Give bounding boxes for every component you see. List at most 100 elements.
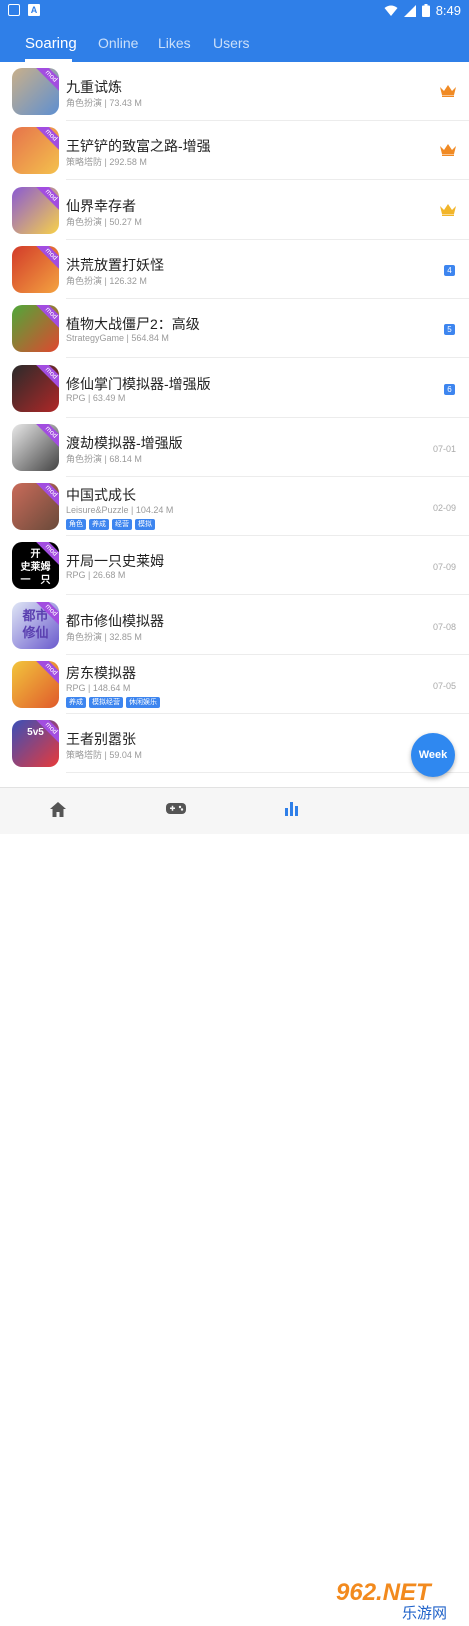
list-item[interactable]: 都市 修仙 mod 都市修仙模拟器角色扮演 | 32.85 M 07-08 [0, 596, 469, 655]
bar-chart-icon [285, 802, 298, 816]
app-icon[interactable]: mod [12, 68, 59, 115]
app-title: 植物大战僵尸2：高级 [66, 316, 200, 333]
app-meta: 角色扮演 | 73.43 M [66, 98, 142, 108]
status-bar: A 8:49 [0, 0, 469, 22]
app-meta: 角色扮演 | 50.27 M [66, 216, 142, 227]
app-icon[interactable]: mod [12, 364, 59, 412]
bottom-navigation: 962.NET 乐游网 [0, 787, 469, 1622]
tab-users[interactable]: Users [213, 35, 250, 51]
tab-online[interactable]: Online [98, 35, 138, 51]
tag[interactable]: 休闲娱乐 [126, 697, 160, 708]
home-icon [50, 802, 66, 817]
app-title: 九重试炼 [66, 79, 122, 95]
app-title: 开局一只史莱姆 [66, 553, 164, 570]
list-item[interactable]: mod 渡劫模拟器-增强版角色扮演 | 68.14 M 07-01 [0, 418, 469, 477]
rank-badge: 5 [444, 324, 455, 336]
crown-icon [440, 144, 456, 157]
app-title: 渡劫模拟器-增强版 [66, 434, 183, 451]
mod-ribbon: mod [35, 127, 59, 151]
notification-square-icon [8, 4, 20, 16]
app-icon[interactable]: mod [12, 305, 59, 353]
tag[interactable]: 养成 [89, 519, 109, 531]
battery-icon [421, 4, 430, 17]
list-item[interactable]: mod 修仙掌门模拟器-增强版 RPG | 63.49 M 6 [0, 359, 469, 418]
app-title: 修仙掌门模拟器-增强版 [66, 375, 211, 392]
app-meta: StrategyGame | 564.84 M [66, 333, 169, 344]
list-item[interactable]: mod 九重试炼角色扮演 | 73.43 M [0, 62, 469, 121]
app-meta: RPG | 26.68 M [66, 570, 126, 581]
rank-badge: 4 [444, 264, 455, 276]
week-button[interactable]: Week [411, 733, 455, 777]
signal-icon [403, 4, 416, 17]
app-title: 王铲铲的致富之路-增强 [66, 138, 211, 155]
update-date: 02-09 [432, 503, 456, 514]
app-icon[interactable]: mod [12, 245, 59, 293]
app-meta: Leisure&Puzzle | 104.24 M [66, 505, 174, 516]
tag[interactable]: 角色 [66, 519, 86, 531]
app-meta: RPG | 63.49 M [66, 392, 126, 403]
app-icon[interactable]: mod [12, 186, 59, 234]
mod-ribbon: mod [35, 483, 59, 507]
update-date: 07-09 [432, 562, 456, 573]
list-item[interactable]: mod 中国式成长 Leisure&Puzzle | 104.24 M 角色 养成 经营模… [0, 477, 469, 537]
clock: 8:49 [435, 3, 461, 18]
tag[interactable]: 养成 [66, 697, 86, 708]
app-icon[interactable]: 都市 修仙 mod [12, 601, 59, 649]
mod-ribbon: mod [35, 423, 59, 448]
app-icon[interactable]: 5v5 mod [12, 720, 59, 768]
nav-ranking[interactable] [285, 802, 299, 821]
gamepad-icon [166, 803, 186, 814]
svg-text:962.NET: 962.NET [336, 1579, 433, 1606]
crown-icon [440, 203, 456, 216]
app-title: 仙界幸存者 [66, 197, 136, 214]
tab-likes[interactable]: Likes [158, 35, 191, 51]
list-item[interactable]: 开 史莱姆 一 只 mod 开局一只史莱姆 RPG | 26.68 M 07-09 [0, 536, 469, 596]
list-item[interactable]: mod 洪荒放置打妖怪角色扮演 | 126.32 M 4 [0, 240, 469, 299]
app-title: 都市修仙模拟器 [66, 612, 164, 629]
update-date: 07-08 [432, 621, 456, 632]
app-meta: 策略塔防 | 59.04 M [66, 750, 142, 761]
mod-ribbon: mod [35, 186, 59, 211]
list-item[interactable]: mod 植物大战僵尸2：高级 StrategyGame | 564.84 M 5 [0, 299, 469, 359]
app-icon[interactable]: mod [12, 483, 59, 531]
row-divider [66, 772, 469, 774]
app-icon[interactable]: 开 史莱姆 一 只 mod [12, 542, 59, 590]
watermark-logo: 962.NET 乐游网 [330, 1575, 469, 1622]
app-meta: 策略塔防 | 292.58 M [66, 157, 147, 168]
svg-text:乐游网: 乐游网 [402, 1604, 447, 1621]
list-item[interactable]: mod 王铲铲的致富之路-增强策略塔防 | 292.58 M [0, 121, 469, 181]
app-meta: RPG | 148.64 M [66, 683, 131, 693]
top-tab-bar: Soaring Online Likes Users [0, 22, 469, 62]
app-ranking-list[interactable]: mod 九重试炼角色扮演 | 73.43 M mod 王铲铲的致富之路-增强策略塔防 … [0, 62, 469, 787]
app-title: 房东模拟器 [66, 665, 136, 681]
tag-list: 角色 养成 经营 模拟 [66, 519, 155, 531]
mod-ribbon: mod [35, 68, 59, 92]
mod-ribbon: mod [35, 305, 59, 329]
list-item[interactable]: mod 仙界幸存者角色扮演 | 50.27 M [0, 181, 469, 240]
list-item[interactable]: 5v5 mod 王者别嚣张策略塔防 | 59.04 M [0, 714, 469, 774]
app-icon[interactable]: mod [12, 127, 59, 175]
tag[interactable]: 模拟经营 [89, 697, 123, 708]
app-icon[interactable]: mod [12, 661, 59, 708]
list-item[interactable]: mod 房东模拟器 RPG | 148.64 M 养成 模拟经营 休闲娱乐 07-05 [0, 655, 469, 714]
tag-list: 养成 模拟经营 休闲娱乐 [66, 697, 160, 708]
nav-games[interactable] [166, 802, 186, 820]
tag[interactable]: 模拟 [135, 519, 155, 531]
nav-home[interactable] [50, 802, 66, 822]
app-title: 中国式成长 [66, 487, 136, 504]
update-date: 07-05 [432, 681, 456, 691]
app-title: 洪荒放置打妖怪 [66, 256, 164, 273]
app-title: 王者别嚣张 [66, 731, 136, 748]
app-meta: 角色扮演 | 32.85 M [66, 631, 142, 642]
mod-ribbon: mod [35, 364, 59, 389]
mod-ribbon: mod [35, 661, 59, 685]
wifi-icon [384, 5, 398, 16]
app-meta: 角色扮演 | 126.32 M [66, 275, 147, 286]
crown-icon [440, 85, 456, 97]
tab-soaring[interactable]: Soaring [25, 35, 77, 52]
update-date: 07-01 [432, 443, 456, 454]
app-icon[interactable]: mod [12, 423, 59, 471]
tag[interactable]: 经营 [112, 519, 132, 531]
app-meta: 角色扮演 | 68.14 M [66, 453, 142, 464]
a-notification-icon: A [28, 4, 40, 16]
